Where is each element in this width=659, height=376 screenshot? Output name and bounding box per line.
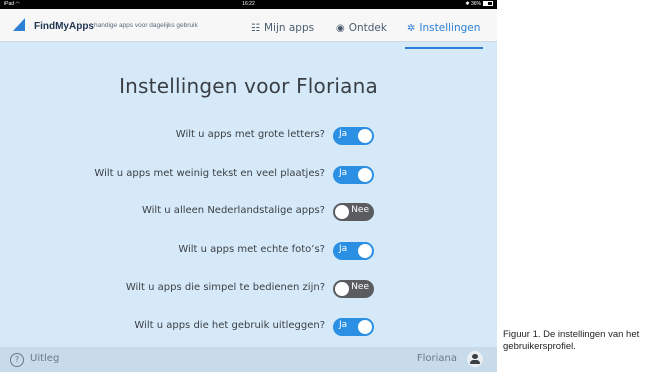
toggle-label: Ja [339,320,348,330]
settings-content: Instellingen voor Floriana Wilt u apps m… [0,42,497,347]
top-navbar: FindMyApps handige apps voor dagelijks g… [0,9,497,49]
setting-toggle[interactable]: Ja [333,242,374,260]
bluetooth-icon: ✱ [465,1,470,7]
ipad-screen: iPad ◠ 16:22 ✱ 36% FindMyApps handige ap… [0,0,497,372]
tab-ontdek[interactable]: ◉ Ontdek [336,22,387,34]
compass-icon: ◉ [336,23,345,34]
user-name: Floriana [416,353,457,364]
setting-row: Wilt u apps met weinig tekst en veel pla… [0,163,497,187]
tab-mijn-apps[interactable]: ☷ Mijn apps [251,22,314,34]
brand-tagline: handige apps voor dagelijks gebruik [94,22,198,29]
setting-toggle[interactable]: Nee [333,203,374,221]
setting-question: Wilt u apps die simpel te bedienen zijn? [125,282,325,293]
help-button[interactable]: Uitleg [30,353,59,364]
bottom-bar: ? Uitleg Floriana [0,347,497,372]
setting-row: Wilt u apps die simpel te bedienen zijn?… [0,277,497,301]
tab-label: Ontdek [348,22,387,34]
setting-row: Wilt u apps die het gebruik uitleggen? J… [0,315,497,339]
battery-icon [483,1,493,7]
setting-question: Wilt u apps met grote letters? [175,129,325,140]
battery-indicator: ✱ 36% [465,0,493,9]
setting-row: Wilt u apps met echte foto’s? Ja [0,239,497,263]
setting-toggle[interactable]: Nee [333,280,374,298]
toggle-knob [335,205,349,219]
brand-name: FindMyApps [34,21,94,32]
status-time: 16:22 [242,1,255,7]
setting-question: Wilt u apps met echte foto’s? [178,244,325,255]
tab-label: Instellingen [419,22,481,34]
toggle-label: Nee [351,282,369,292]
status-bar: iPad ◠ 16:22 ✱ 36% [0,0,497,9]
toggle-knob [358,320,372,334]
toggle-label: Nee [351,205,369,215]
help-icon[interactable]: ? [10,353,24,367]
findmyapps-logo-icon [13,18,25,31]
toggle-label: Ja [339,129,348,139]
tab-label: Mijn apps [263,22,315,34]
figure-caption: Figuur 1. De instellingen van het gebrui… [503,329,640,352]
setting-question: Wilt u apps die het gebruik uitleggen? [134,320,325,331]
setting-row: Wilt u apps met grote letters? Ja [0,124,497,148]
setting-question: Wilt u apps met weinig tekst en veel pla… [94,168,325,179]
gear-icon: ✲ [407,23,416,34]
toggle-label: Ja [339,168,348,178]
toggle-knob [358,129,372,143]
toggle-knob [335,282,349,296]
setting-toggle[interactable]: Ja [333,166,374,184]
setting-question: Wilt u alleen Nederlandstalige apps? [141,205,325,216]
tab-instellingen[interactable]: ✲ Instellingen [407,22,480,34]
setting-toggle[interactable]: Ja [333,318,374,336]
toggle-knob [358,168,372,182]
setting-toggle[interactable]: Ja [333,127,374,145]
setting-row: Wilt u alleen Nederlandstalige apps? Nee [0,200,497,224]
grid-icon: ☷ [251,23,260,34]
toggle-knob [358,244,372,258]
page-title: Instellingen voor Floriana [119,74,378,98]
toggle-label: Ja [339,244,348,254]
user-avatar-icon[interactable] [467,351,483,367]
